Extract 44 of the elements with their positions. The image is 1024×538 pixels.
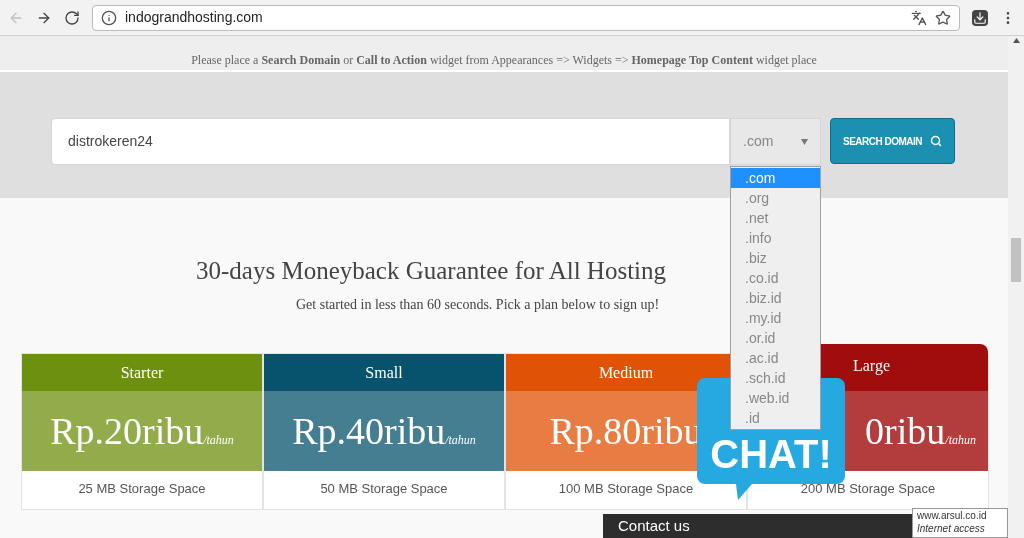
address-bar[interactable]: indograndhosting.com (92, 4, 960, 31)
tld-option[interactable]: .net (731, 208, 820, 228)
tld-option[interactable]: .ac.id (731, 348, 820, 368)
tld-select[interactable]: .com (730, 118, 821, 165)
tld-option[interactable]: .org (731, 188, 820, 208)
translate-icon[interactable] (911, 9, 927, 26)
tld-option[interactable]: .com (731, 168, 820, 188)
plan-name: Starter (120, 362, 164, 383)
storage-text: 100 MB Storage Space (558, 480, 694, 498)
plan-price: Rp.40ribu/tahun (292, 408, 476, 454)
status-host: www.arsul.co.id (917, 509, 988, 522)
plan-name: Medium (598, 362, 654, 383)
url-text: indograndhosting.com (125, 8, 264, 27)
scrollbar-thumb[interactable] (1011, 238, 1021, 282)
contact-us-bar[interactable]: Contact us (603, 514, 912, 538)
tld-option[interactable]: .co.id (731, 268, 820, 288)
domain-input[interactable]: distrokeren24 (51, 118, 730, 165)
tld-option[interactable]: .id (731, 408, 820, 428)
tld-option[interactable]: .or.id (731, 328, 820, 348)
scroll-up-icon[interactable] (1012, 38, 1020, 43)
reload-icon[interactable] (64, 9, 80, 26)
storage-text: 25 MB Storage Space (78, 480, 206, 498)
download-icon[interactable] (972, 9, 988, 26)
storage-text: 50 MB Storage Space (320, 480, 448, 498)
section-heading: 30-days Moneyback Guarantee for All Hosting (196, 256, 667, 286)
plan-price: Rp.20ribu/tahun (50, 408, 234, 454)
plan-name: Large (853, 356, 890, 377)
caret-icon (801, 138, 808, 145)
search-domain-button[interactable]: SEARCH DOMAIN (830, 118, 955, 164)
section-subheading: Get started in less than 60 seconds. Pick a plan below to sign up! (296, 296, 660, 314)
search-icon (930, 135, 943, 147)
notice-text: Please place a Search Domain or Call to Action widget from Appearances => Widgets => Homepage Top Content widget place (191, 52, 817, 69)
tld-option[interactable]: .biz (731, 248, 820, 268)
status-type: Internet access (917, 522, 986, 535)
plan-price: 0ribu/tahun (865, 408, 976, 454)
tld-option[interactable]: .info (731, 228, 820, 248)
bookmark-star-icon[interactable] (935, 9, 951, 26)
scrollbar[interactable] (1008, 36, 1024, 538)
chat-bubble-tail-icon (736, 484, 752, 500)
plan-name: Small (365, 362, 403, 383)
tld-option[interactable]: .web.id (731, 388, 820, 408)
tld-option[interactable]: .biz.id (731, 288, 820, 308)
info-icon[interactable] (101, 9, 117, 26)
tld-option[interactable]: .my.id (731, 308, 820, 328)
